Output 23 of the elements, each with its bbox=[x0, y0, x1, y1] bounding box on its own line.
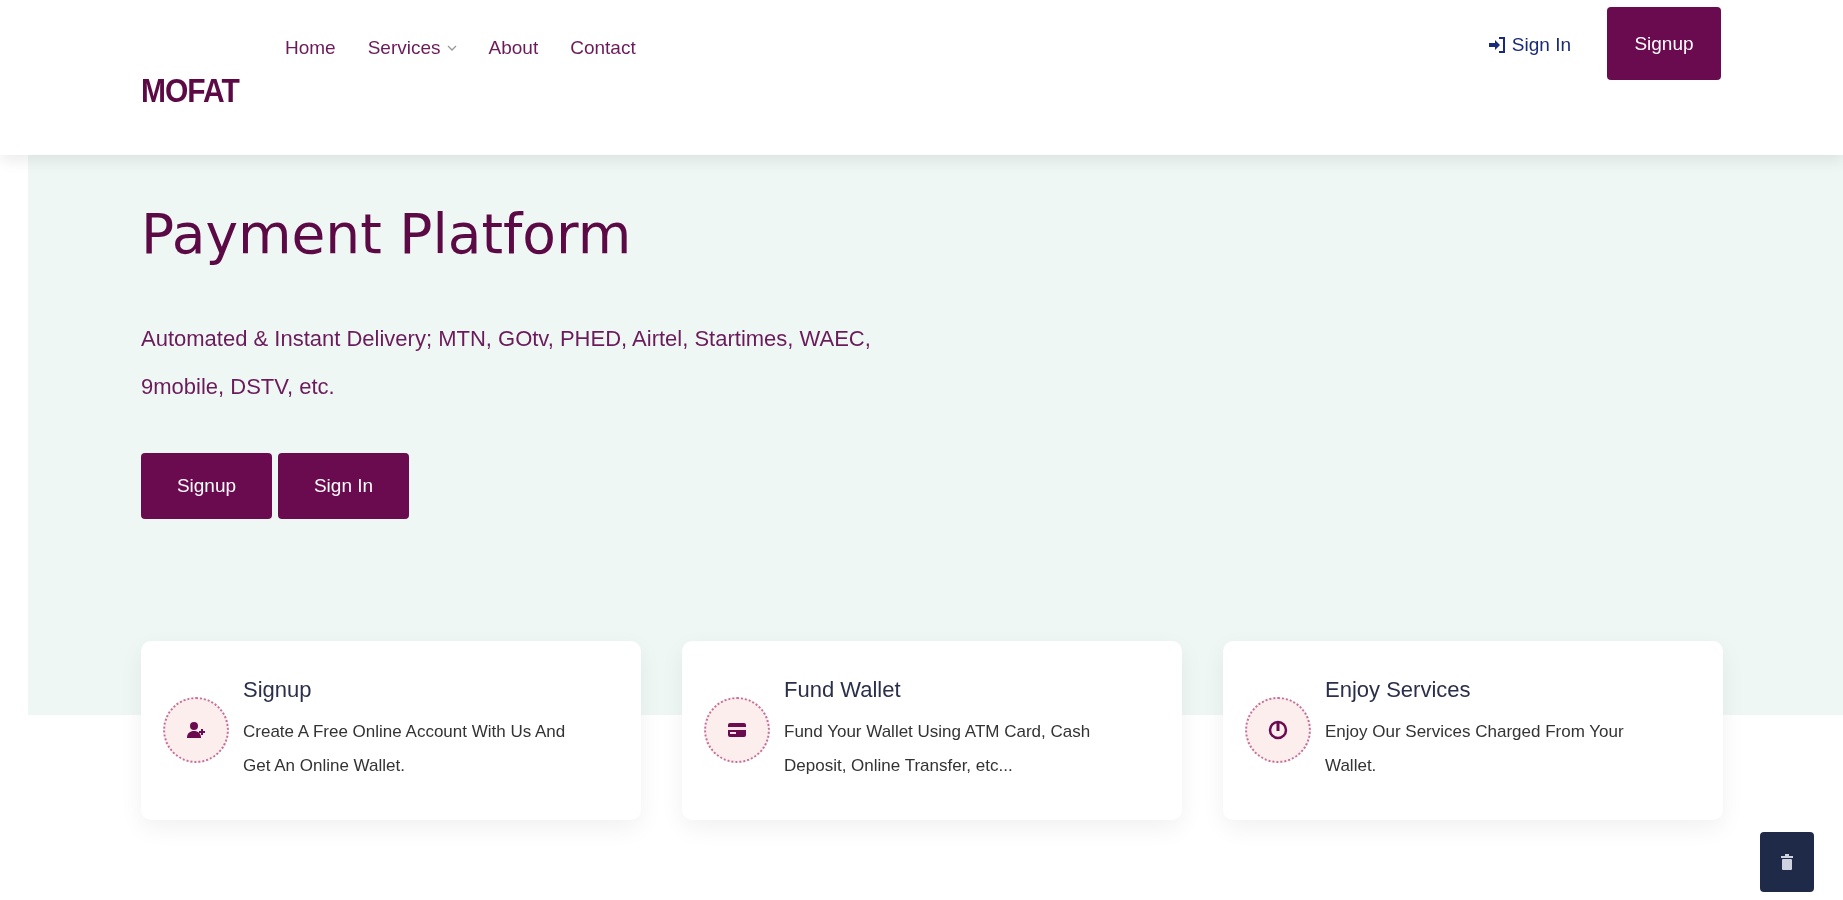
card-text: Enjoy Our Services Charged From Your Wallet. bbox=[1325, 721, 1625, 777]
nav-link[interactable]: Home bbox=[285, 34, 336, 62]
card-title: Signup bbox=[243, 677, 313, 703]
logo[interactable]: MOFAT bbox=[141, 72, 239, 110]
card-text: Create A Free Online Account With Us And Get An Online Wallet. bbox=[243, 721, 567, 777]
hero-subtitle: Automated & Instant Delivery; MTN, GOtv, PHED, Airtel, Startimes, WAEC, 9mobile, DSTV, etc. bbox=[141, 325, 872, 401]
hero-heading-line: Payment Platform bbox=[141, 201, 632, 268]
user-add-icon bbox=[186, 720, 206, 740]
signup-button[interactable]: Signup bbox=[1607, 7, 1721, 80]
power-icon bbox=[1268, 720, 1288, 740]
sign-in-button[interactable]: Sign In bbox=[278, 453, 409, 519]
nav-link[interactable]: Services bbox=[367, 34, 457, 62]
sign-in-icon bbox=[1487, 37, 1506, 53]
nav-link[interactable]: Contact bbox=[570, 34, 636, 62]
card-title: Fund Wallet bbox=[784, 677, 902, 703]
trash-icon bbox=[1780, 853, 1794, 871]
card-title: Enjoy Services bbox=[1325, 677, 1472, 703]
nav-link[interactable]: About bbox=[488, 34, 539, 62]
signup-button[interactable]: Signup bbox=[141, 453, 272, 519]
credit-card-icon bbox=[727, 720, 747, 740]
sign-in-link[interactable]: Sign In bbox=[1487, 34, 1571, 56]
card-text: Fund Your Wallet Using ATM Card, Cash Deposit, Online Transfer, etc... bbox=[784, 721, 1092, 777]
scroll-top-button[interactable] bbox=[1760, 832, 1814, 892]
